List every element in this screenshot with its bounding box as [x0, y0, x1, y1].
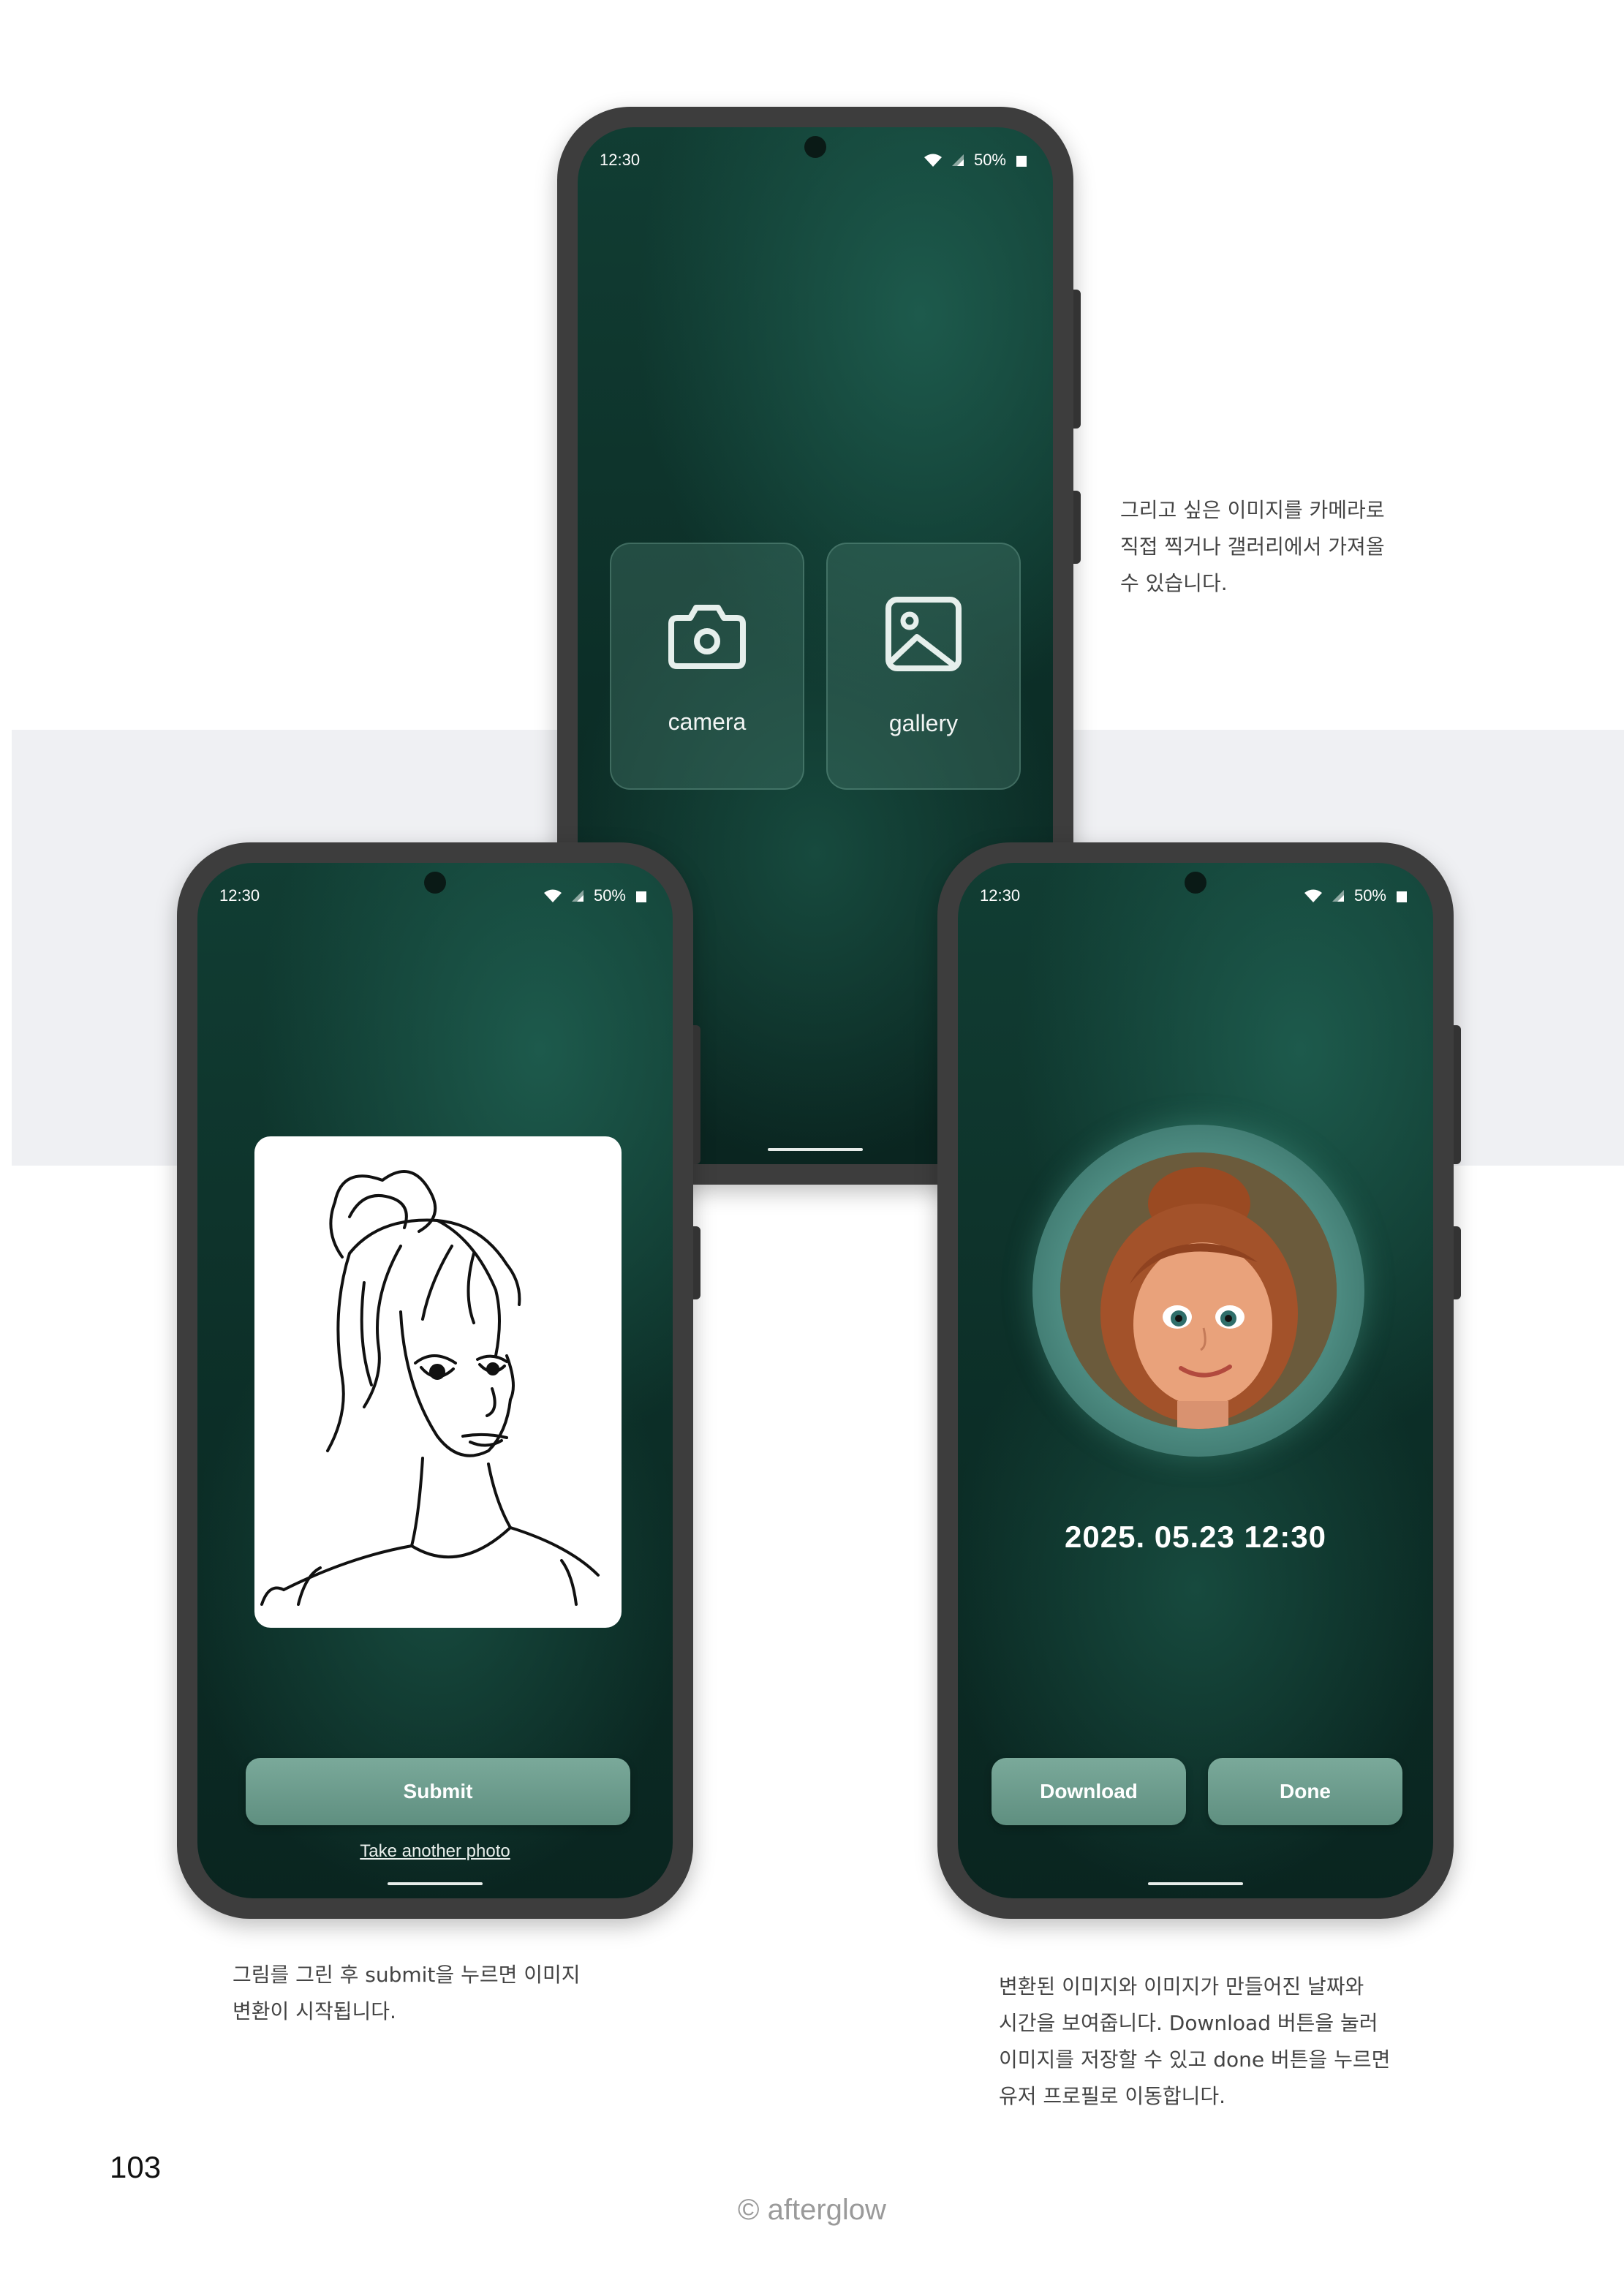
screen: 12:30 50% [197, 863, 673, 1898]
caption-line: 변환이 시작됩니다. [233, 1999, 396, 2023]
status-time: 12:30 [980, 886, 1021, 905]
wifi-icon [924, 154, 942, 167]
side-button [1073, 290, 1081, 429]
caption-line: 이미지를 저장할 수 있고 done 버튼을 누르면 [999, 2048, 1391, 2072]
signal-icon [951, 154, 964, 166]
download-label: Download [1040, 1780, 1138, 1803]
battery-level: 50% [1353, 886, 1386, 905]
status-time: 12:30 [600, 151, 641, 169]
phone-sketch-submit: 12:30 50% Submit Take another photo [177, 842, 700, 1919]
submit-label: Submit [403, 1780, 473, 1803]
side-button [1073, 491, 1081, 564]
side-button [693, 1226, 700, 1299]
status-bar: 12:30 50% [980, 883, 1407, 910]
camera-icon [668, 604, 746, 669]
caption-line: 변환된 이미지와 이미지가 만들어진 날짜와 [999, 1974, 1364, 1999]
page-number: 103 [110, 2150, 162, 2184]
home-indicator[interactable] [768, 1148, 863, 1151]
signal-icon [1332, 890, 1344, 902]
caption-line: 그림를 그린 후 submit을 누르면 이미지 [233, 1963, 581, 1987]
signal-icon [571, 890, 583, 902]
caption-line: 수 있습니다. [1120, 571, 1228, 595]
phone-result: 12:30 50% 2025. 05.23 12:30 Download Don… [937, 842, 1461, 1919]
caption-line: 직접 찍거나 갤러리에서 가져올 [1120, 535, 1385, 559]
battery-icon [636, 891, 646, 902]
home-indicator[interactable] [388, 1882, 483, 1885]
screen: 12:30 50% [958, 863, 1433, 1898]
done-button[interactable]: Done [1208, 1758, 1402, 1825]
side-button [1454, 1025, 1461, 1164]
battery-icon [1397, 891, 1407, 902]
status-bar: 12:30 50% [600, 148, 1027, 174]
camera-label: camera [668, 708, 747, 735]
take-another-photo-link[interactable]: Take another photo [197, 1841, 673, 1862]
footer-copyright: © afterglow [738, 2194, 886, 2226]
camera-button[interactable]: camera [610, 543, 804, 790]
status-bar: 12:30 50% [219, 883, 646, 910]
home-indicator[interactable] [1148, 1882, 1243, 1885]
wifi-icon [1304, 889, 1322, 902]
status-time: 12:30 [219, 886, 260, 905]
gallery-button[interactable]: gallery [826, 543, 1021, 790]
battery-level: 50% [593, 886, 626, 905]
gallery-icon [885, 596, 962, 671]
gallery-label: gallery [888, 709, 959, 736]
wifi-icon [543, 889, 562, 902]
sketch-image [254, 1136, 622, 1628]
battery-icon [1016, 156, 1027, 167]
caption-line: 시간을 보여줍니다. Download 버튼을 눌러 [999, 2011, 1378, 2035]
result-portrait-frame [1032, 1125, 1364, 1457]
caption-line: 유저 프로필로 이동합니다. [999, 2084, 1226, 2108]
side-button [693, 1025, 700, 1164]
done-label: Done [1280, 1780, 1331, 1803]
battery-level: 50% [973, 151, 1006, 169]
caption-capture: 그리고 싶은 이미지를 카메라로 직접 찍거나 갤러리에서 가져올 수 있습니다… [1120, 492, 1385, 602]
created-datetime: 2025. 05.23 12:30 [1065, 1520, 1326, 1554]
caption-line: 그리고 싶은 이미지를 카메라로 [1120, 498, 1385, 522]
side-button [1454, 1226, 1461, 1299]
caption-submit: 그림를 그린 후 submit을 누르면 이미지 변환이 시작됩니다. [233, 1957, 581, 2030]
result-portrait-image [1060, 1152, 1337, 1429]
download-button[interactable]: Download [992, 1758, 1186, 1825]
submit-button[interactable]: Submit [246, 1758, 630, 1825]
caption-result: 변환된 이미지와 이미지가 만들어진 날짜와 시간을 보여줍니다. Downlo… [999, 1969, 1390, 2115]
